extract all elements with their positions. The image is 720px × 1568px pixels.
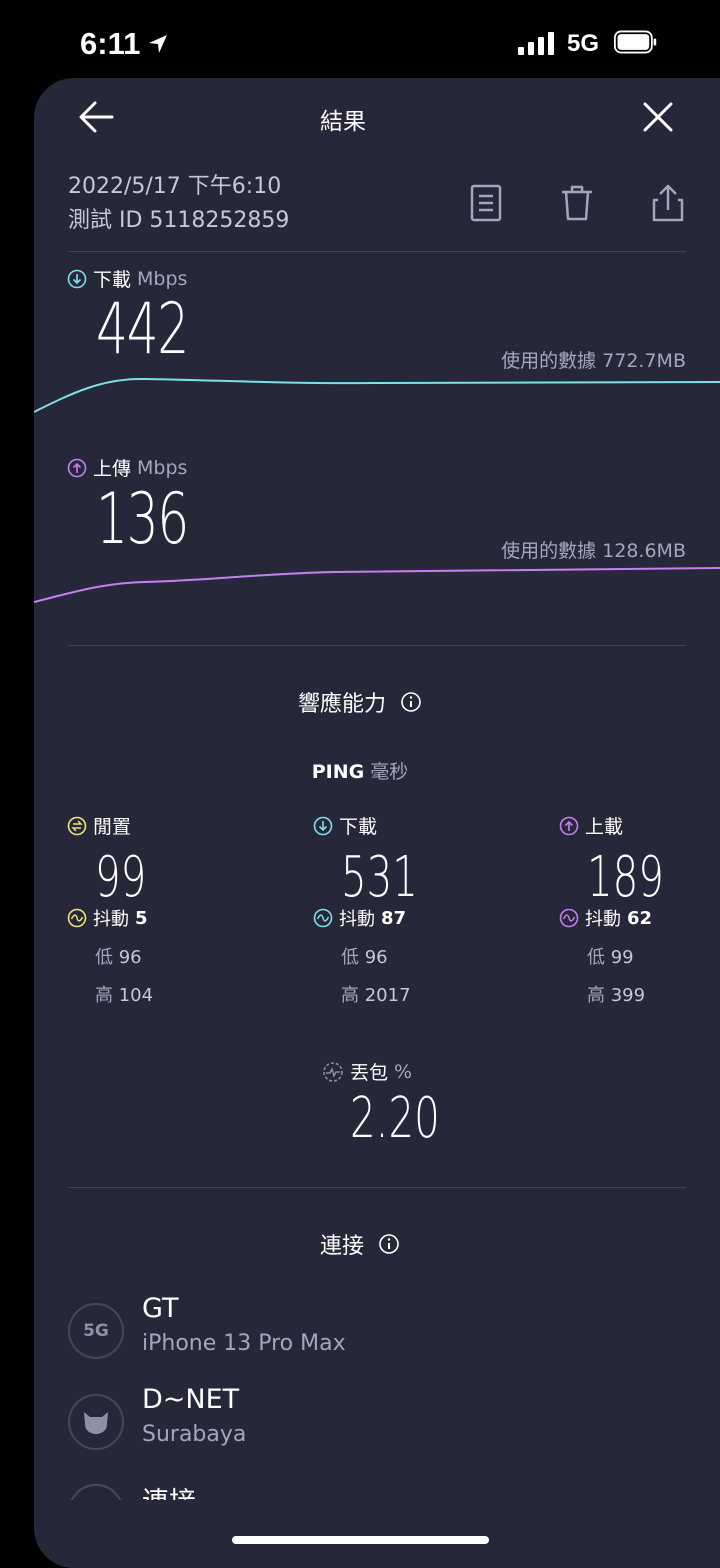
download-ping-label: 下載 — [339, 816, 378, 838]
download-low-label: 低 — [341, 947, 359, 968]
upload-label-text: 上傳 — [93, 458, 132, 480]
upload-ping-value: 189 — [587, 845, 664, 910]
download-low-value: 96 — [364, 947, 388, 968]
page-title: 結果 — [320, 109, 366, 135]
ping-label: PING — [311, 761, 365, 783]
ping-column-idle: 閒置 99 抖動 5 低 96 高 104 — [67, 812, 166, 1007]
idle-low-value: 96 — [118, 947, 142, 968]
ping-column-download: 下載 531 抖動 87 低 96 高 2017 — [313, 812, 448, 1007]
download-unit: Mbps — [137, 267, 188, 290]
device-name: iPhone 13 Pro Max — [142, 1331, 346, 1356]
packet-loss-unit: % — [394, 1060, 413, 1083]
download-arrow-icon — [313, 816, 333, 835]
connection-name: 連接 — [142, 1480, 196, 1500]
jitter-wave-icon — [67, 908, 87, 928]
server-logo-icon — [68, 1394, 124, 1450]
info-icon[interactable] — [378, 1233, 400, 1255]
connection-item-partial-clip: 連接 — [34, 1476, 720, 1500]
result-datetime: 2022/5/17 下午6:10 — [68, 174, 282, 199]
upload-data-used: 使用的數據 128.6MB — [501, 540, 686, 562]
connection-type-icon — [68, 1484, 124, 1500]
notes-icon[interactable] — [470, 184, 502, 222]
packet-loss-label: 丟包 % — [322, 1058, 412, 1085]
cellular-signal-icon — [518, 32, 554, 55]
packet-loss-icon — [323, 1061, 343, 1082]
ping-header: PING 毫秒 — [0, 757, 720, 784]
home-indicator[interactable] — [232, 1536, 489, 1544]
packet-loss-label-text: 丟包 — [350, 1062, 389, 1084]
close-icon[interactable] — [642, 101, 674, 133]
carrier-name: GT — [142, 1293, 179, 1324]
responsiveness-section-title: 響應能力 — [0, 686, 720, 718]
location-arrow-icon — [149, 35, 168, 53]
connections-section-title: 連接 — [0, 1228, 720, 1260]
result-test-id: 測試 ID 5118252859 — [68, 208, 290, 233]
network-5g-badge: 5G — [68, 1303, 124, 1359]
upload-high-value: 399 — [610, 985, 646, 1006]
upload-speed: 136 — [96, 478, 189, 560]
info-icon[interactable] — [400, 691, 422, 713]
divider — [68, 645, 686, 646]
upload-arrow-icon — [67, 458, 87, 477]
download-speed: 442 — [96, 288, 189, 370]
jitter-wave-icon — [559, 908, 579, 928]
download-ping-value: 531 — [341, 845, 418, 910]
upload-ping-label: 上載 — [585, 816, 624, 838]
idle-ping-value: 99 — [95, 845, 147, 910]
download-high-value: 2017 — [364, 985, 411, 1006]
ping-column-upload: 上載 189 抖動 62 低 99 高 399 — [559, 812, 694, 1007]
network-type: 5G — [567, 30, 600, 57]
download-speed-graph — [34, 377, 720, 413]
idle-low-label: 低 — [95, 947, 113, 968]
download-high-label: 高 — [341, 985, 359, 1006]
packet-loss-value: 2.20 — [350, 1086, 440, 1151]
connections-title: 連接 — [319, 1234, 364, 1259]
idle-label: 閒置 — [93, 816, 132, 838]
idle-high-label: 高 — [95, 985, 113, 1006]
upload-low-value: 99 — [610, 947, 634, 968]
upload-low-label: 低 — [587, 947, 605, 968]
idle-high-value: 104 — [118, 985, 154, 1006]
jitter-wave-icon — [313, 908, 333, 928]
divider — [68, 1187, 686, 1188]
result-meta: 2022/5/17 下午6:10 測試 ID 5118252859 — [68, 170, 289, 238]
status-time: 6:11 — [80, 26, 141, 61]
idle-icon — [67, 816, 87, 835]
server-location: Surabaya — [142, 1422, 247, 1447]
upload-jitter-value: 62 — [627, 907, 653, 929]
status-bar: 6:11 5G — [0, 0, 720, 80]
share-icon[interactable] — [652, 184, 684, 222]
download-arrow-icon — [67, 269, 87, 288]
status-time-group: 6:11 — [80, 26, 170, 62]
server-name: D~NET — [142, 1384, 240, 1415]
upload-speed-graph — [34, 567, 720, 603]
upload-unit: Mbps — [137, 456, 188, 479]
trash-icon[interactable] — [560, 184, 594, 222]
divider — [68, 251, 686, 252]
battery-icon — [614, 30, 657, 54]
upload-high-label: 高 — [587, 985, 605, 1006]
upload-label: 上傳 Mbps — [67, 454, 187, 481]
download-jitter-value: 87 — [381, 907, 407, 929]
upload-arrow-icon — [559, 816, 579, 835]
download-data-used: 使用的數據 772.7MB — [501, 350, 686, 372]
responsiveness-title: 響應能力 — [297, 692, 386, 717]
ping-unit: 毫秒 — [370, 761, 409, 783]
idle-jitter-value: 5 — [135, 907, 148, 929]
